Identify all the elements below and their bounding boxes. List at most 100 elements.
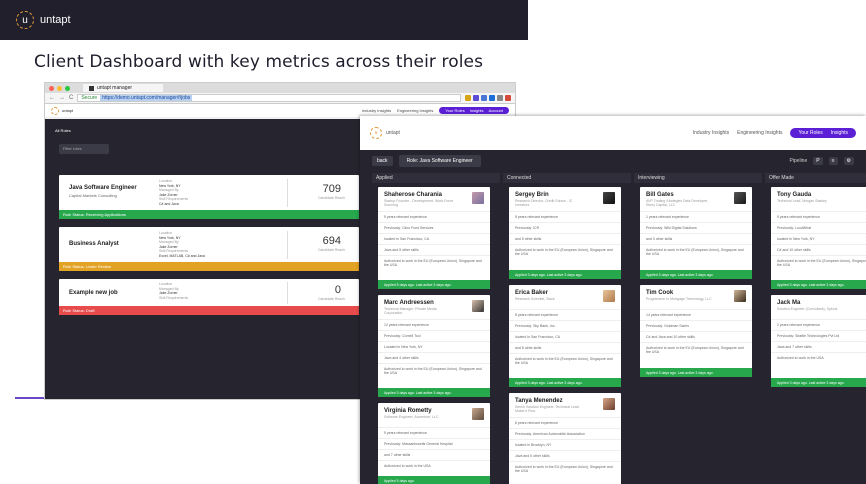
back-button[interactable]: back <box>372 156 393 166</box>
pipeline-label: Pipeline <box>789 158 808 164</box>
avatar <box>603 290 615 302</box>
nav-industry-insights[interactable]: Industry Insights <box>362 108 391 113</box>
reload-icon[interactable]: C <box>69 95 73 101</box>
card-row: 5 years relevant experience <box>378 211 490 222</box>
candidate-name: Erica Baker <box>515 290 549 296</box>
nav-engineering-insights[interactable]: Engineering Insights <box>397 108 433 113</box>
manager-label: Managed By <box>159 286 179 291</box>
column-title: Interviewing <box>634 173 762 183</box>
candidate-name: Marc Andreessen <box>384 300 434 306</box>
candidate-card[interactable]: Marc Andreessen Technical Manager, Priva… <box>378 295 490 397</box>
card-row: located in San Francisco, CA <box>378 233 490 244</box>
card-row: Java and 5 other skills <box>509 450 621 461</box>
location-label: Location <box>159 231 173 235</box>
candidate-title: Research Director, Credit Suisse - IC In… <box>515 199 573 207</box>
candidate-title: Technical Manager, Private Media Corpora… <box>384 307 437 315</box>
candidate-title: Technical Lead, Morgan Stanley <box>777 199 827 203</box>
candidate-name: Virginia Rometty <box>384 408 432 414</box>
maximize-window-icon[interactable] <box>65 85 70 91</box>
extension-icon[interactable] <box>481 95 487 101</box>
card-row: located in New York, NY <box>771 233 866 244</box>
extension-icon[interactable] <box>489 95 495 101</box>
browser-tab-strip: untapt manager <box>45 83 515 93</box>
card-row: 6 years relevant experience <box>509 417 621 428</box>
card-status-bar: Applied 3 days ago. Last active 3 days a… <box>509 270 621 279</box>
card-row: Located in New York, NY <box>378 341 490 352</box>
candidate-count: 0 <box>334 284 341 296</box>
slide-title: Client Dashboard with key metrics across… <box>34 52 484 72</box>
role-company: Capital Markets Consulting <box>69 193 117 198</box>
role-status-badge: Role Status: Receiving Applications <box>59 210 359 219</box>
candidate-card[interactable]: Tanya Menendez Senior Solution Engineer,… <box>509 393 621 484</box>
candidate-card[interactable]: Tony Gauda Technical Lead, Morgan Stanle… <box>771 187 866 289</box>
card-row: Authorized to work in the EU (European U… <box>509 353 621 365</box>
candidate-count: 694 <box>322 235 341 247</box>
candidate-reach-label: Candidate Reach <box>317 248 345 252</box>
nav-your-roles[interactable]: Your Roles <box>445 108 464 113</box>
role-card[interactable]: Java Software Engineer Capital Markets C… <box>59 175 359 219</box>
card-row: and 3 other skills <box>640 233 752 244</box>
role-name: Business Analyst <box>69 241 119 247</box>
close-window-icon[interactable] <box>49 85 54 91</box>
slide-header-bar: u untapt <box>0 0 528 40</box>
nav-your-roles[interactable]: Your Roles <box>798 130 822 136</box>
back-arrow-icon[interactable]: ← <box>49 95 55 101</box>
manager-label: Managed By <box>159 240 179 244</box>
column-interviewing: Interviewing Bill Gates AVP Trading Stra… <box>634 173 762 484</box>
card-status-bar: Applied 3 days ago. Last active 3 days a… <box>509 378 621 387</box>
candidate-card[interactable]: Tim Cook Programmer in Mortgage Technolo… <box>640 285 752 377</box>
candidate-card[interactable]: Virginia Rometty Software Engineer, Acce… <box>378 403 490 484</box>
role-selector[interactable]: Role: Java Software Engineer <box>398 155 481 167</box>
candidate-title: Software Engineer, Accenture, LLC <box>384 415 439 419</box>
role-status-badge: Role Status: Draft <box>59 306 359 315</box>
card-row: 14 years relevant experience <box>640 309 752 320</box>
candidate-card[interactable]: Sergey Brin Research Director, Credit Su… <box>509 187 621 279</box>
filter-roles-input[interactable]: Filter roles <box>59 144 109 154</box>
card-row: 5 years relevant experience <box>378 427 490 438</box>
nav-industry-insights[interactable]: Industry Insights <box>693 130 729 136</box>
candidate-card[interactable]: Jack Ma Solution Engineer (Consultant), … <box>771 295 866 387</box>
card-status-bar: Applied 5 days ago. Last active 3 days a… <box>378 280 490 289</box>
nav-insights[interactable]: Insights <box>470 108 484 113</box>
nav-insights[interactable]: Insights <box>831 130 848 136</box>
candidate-card[interactable]: Bill Gates AVP Trading Strategies Data D… <box>640 187 752 279</box>
nav-account[interactable]: Account <box>489 108 503 113</box>
pipeline-view-icon[interactable]: P <box>813 157 823 165</box>
card-row: 5 years relevant experience <box>771 211 866 222</box>
column-title: Applied <box>372 173 500 183</box>
card-row: and 8 other skills <box>509 342 621 353</box>
card-row: Java and 4 other skills <box>378 352 490 363</box>
app-header: u untapt Industry Insights Engineering I… <box>360 116 866 150</box>
card-row: Previously: Wiki Digital Solutions <box>640 222 752 233</box>
role-card[interactable]: Business Analyst Location New York, NY Ma… <box>59 227 359 271</box>
avatar <box>472 192 484 204</box>
candidate-card[interactable]: Erica Baker Research Scientist, Slack 8 … <box>509 285 621 387</box>
brand-name: untapt <box>40 14 71 26</box>
card-status-bar: Applied 5 days ago. <box>378 476 490 484</box>
extension-icon[interactable] <box>505 95 511 101</box>
star-icon[interactable] <box>465 95 471 101</box>
card-row: Authorized to work in the USA <box>771 352 866 363</box>
card-row: 12 years relevant experience <box>378 319 490 330</box>
settings-icon[interactable]: ⚙ <box>843 157 854 165</box>
address-bar[interactable]: Secure https://demo.untapt.com/manager#/… <box>77 94 461 102</box>
card-row: C# and 10 other skills <box>771 244 866 255</box>
role-meta: Location Managed By Jake Zorner Skill Req… <box>159 282 188 300</box>
minimize-window-icon[interactable] <box>57 85 62 91</box>
url-text: https://demo.untapt.com/manager#/jobs <box>100 95 193 101</box>
role-status-badge: Role Status: Under Review <box>59 262 359 271</box>
brand-name: untapt <box>62 108 74 113</box>
nav-engineering-insights[interactable]: Engineering Insights <box>737 130 782 136</box>
forward-arrow-icon[interactable]: → <box>59 95 65 101</box>
card-row: Previously: LoudWhat <box>771 222 866 233</box>
column-applied: Applied Shaherose Charania Startup Found… <box>372 173 500 484</box>
extension-icon[interactable] <box>497 95 503 101</box>
role-card[interactable]: Example new job Location Managed By Jake … <box>59 279 359 315</box>
candidate-name: Bill Gates <box>646 192 674 198</box>
list-view-icon[interactable]: ≡ <box>828 157 838 165</box>
candidate-card[interactable]: Shaherose Charania Startup Founder - Dev… <box>378 187 490 289</box>
browser-tab[interactable]: untapt manager <box>83 84 163 92</box>
candidate-name: Shaherose Charania <box>384 192 443 198</box>
card-row: Authorized to work in the EU (European U… <box>378 255 490 267</box>
extension-icon[interactable] <box>473 95 479 101</box>
